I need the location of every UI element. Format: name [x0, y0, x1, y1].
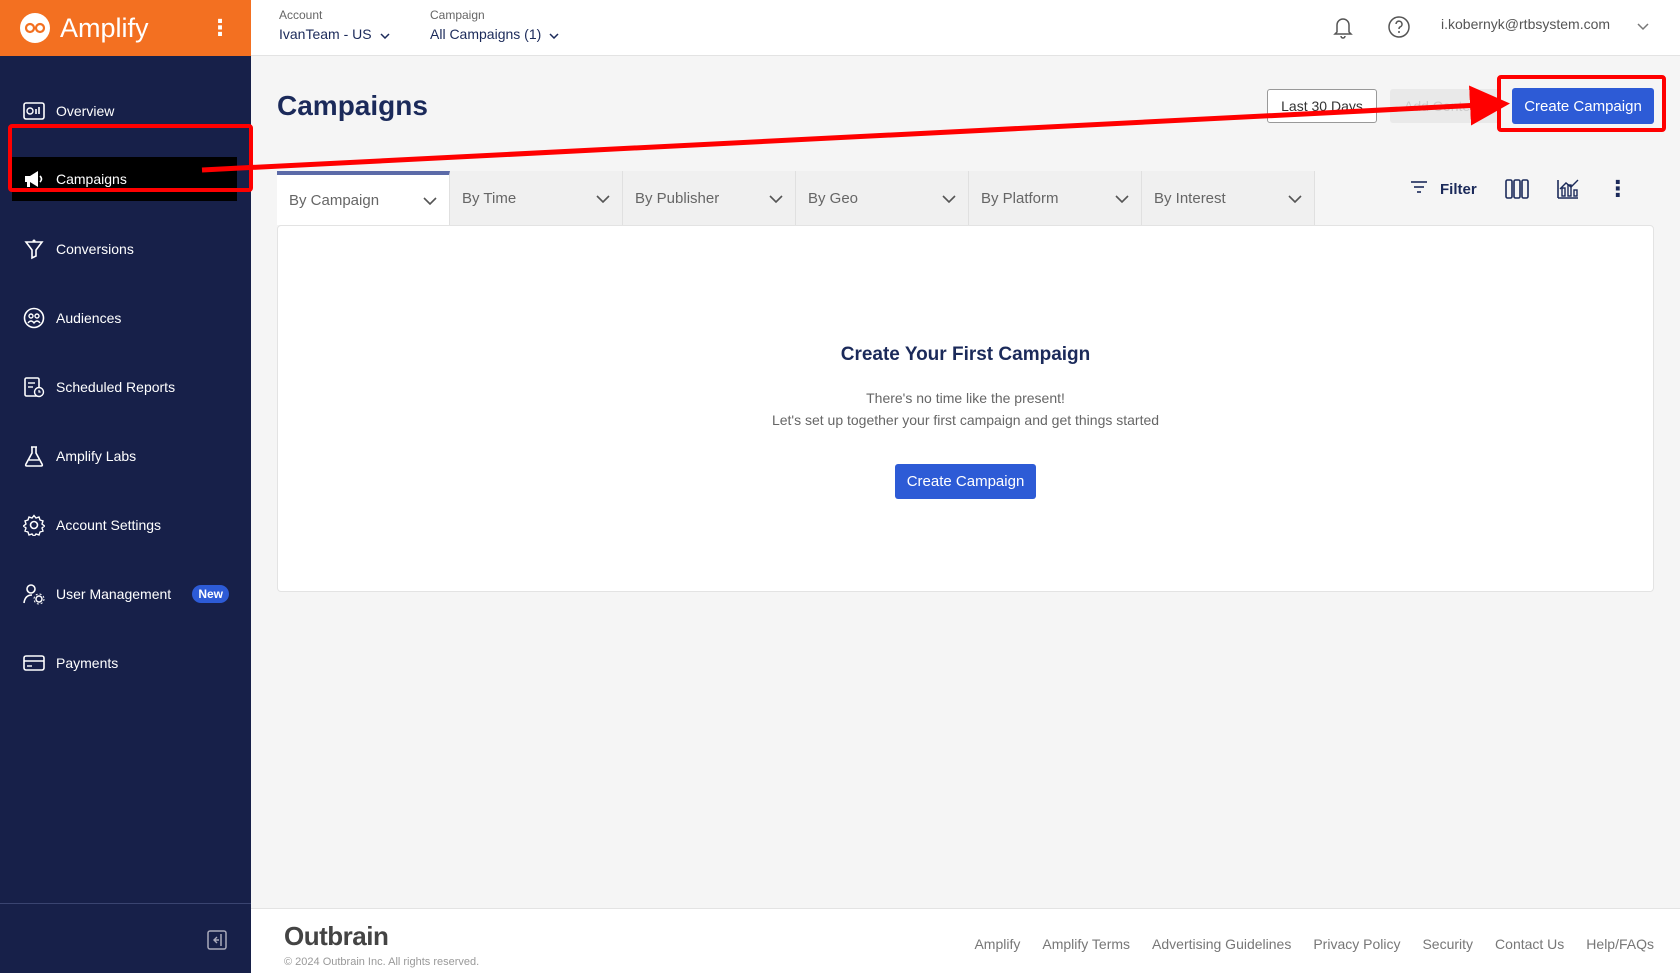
- brand-name: Amplify: [60, 12, 149, 43]
- user-email[interactable]: i.kobernyk@rtbsystem.com: [1441, 16, 1610, 32]
- filter-button[interactable]: Filter: [1410, 180, 1477, 198]
- create-first-campaign-button[interactable]: Create Campaign: [895, 464, 1036, 499]
- sidebar-item-payments[interactable]: Payments: [0, 628, 251, 697]
- tab-label: By Publisher: [635, 189, 720, 207]
- footer-link-contact-us[interactable]: Contact Us: [1495, 936, 1564, 952]
- outbrain-logo: Outbrain: [284, 921, 389, 951]
- page-title: Campaigns: [277, 90, 428, 121]
- sidebar-item-conversions[interactable]: Conversions: [0, 214, 251, 283]
- tab-by-publisher[interactable]: By Publisher: [623, 171, 796, 225]
- help-icon[interactable]: [1387, 15, 1411, 39]
- bell-icon[interactable]: [1331, 15, 1355, 39]
- tab-by-campaign[interactable]: By Campaign: [277, 171, 450, 225]
- account-label: Account: [279, 8, 323, 22]
- top-bar: Account IvanTeam - US Campaign All Campa…: [251, 0, 1680, 56]
- campaign-value: All Campaigns (1): [430, 26, 542, 42]
- chevron-down-icon: [769, 190, 783, 207]
- gear-icon: [22, 513, 46, 537]
- tab-label: By Geo: [808, 189, 859, 207]
- audiences-icon: [22, 306, 46, 330]
- footer-link-help-faqs[interactable]: Help/FAQs: [1586, 936, 1654, 952]
- sidebar-item-label: Overview: [56, 102, 115, 119]
- chevron-down-icon[interactable]: [1637, 18, 1649, 36]
- user-gear-icon: [22, 582, 46, 606]
- chevron-down-icon: [1115, 190, 1129, 207]
- sidebar-item-label: Account Settings: [56, 516, 162, 533]
- footer-link-amplify-terms[interactable]: Amplify Terms: [1042, 936, 1130, 952]
- tab-label: By Platform: [981, 189, 1059, 207]
- empty-state-title: Create Your First Campaign: [840, 344, 1091, 365]
- sidebar-item-scheduled-reports[interactable]: Scheduled Reports: [0, 352, 251, 421]
- footer-link-amplify[interactable]: Amplify: [974, 936, 1020, 952]
- sidebar-item-user-management[interactable]: User Management New: [0, 559, 251, 628]
- copyright: © 2024 Outbrain Inc. All rights reserved…: [284, 956, 480, 968]
- sidebar-item-label: Audiences: [56, 309, 122, 326]
- empty-state-panel: Create Your First Campaign There's no ti…: [277, 225, 1654, 592]
- annotation-highlight-campaigns: [8, 124, 253, 192]
- table-tools: Filter ⋮: [1410, 176, 1657, 202]
- tab-by-time[interactable]: By Time: [450, 171, 623, 225]
- chevron-down-icon: [380, 26, 390, 42]
- breakdown-tabs: By Campaign By Time By Publisher By Geo …: [277, 171, 1315, 225]
- chevron-down-icon: [1288, 190, 1302, 207]
- new-badge: New: [192, 584, 229, 603]
- date-range-button[interactable]: Last 30 Days: [1267, 89, 1377, 123]
- campaign-value-row: All Campaigns (1): [430, 26, 559, 42]
- collapse-sidebar-icon[interactable]: [207, 930, 227, 950]
- scheduled-reports-icon: [22, 375, 46, 399]
- account-selector[interactable]: Account IvanTeam - US: [279, 8, 390, 42]
- footer-links: Amplify Amplify Terms Advertising Guidel…: [952, 936, 1654, 952]
- chevron-down-icon: [596, 190, 610, 207]
- tab-label: By Campaign: [289, 191, 380, 209]
- amplify-logo-icon: [20, 13, 50, 43]
- sidebar-item-label: User Management: [56, 585, 172, 602]
- sidebar-item-label: Amplify Labs: [56, 447, 137, 464]
- filter-label: Filter: [1440, 180, 1477, 198]
- chevron-down-icon: [942, 190, 956, 207]
- footer: Outbrain © 2024 Outbrain Inc. All rights…: [251, 908, 1680, 973]
- more-options-icon[interactable]: ⋮: [1607, 176, 1629, 202]
- sidebar-footer: [0, 903, 251, 973]
- chevron-down-icon: [423, 192, 437, 209]
- tab-label: By Time: [462, 189, 517, 207]
- sidebar-item-audiences[interactable]: Audiences: [0, 283, 251, 352]
- sidebar-item-amplify-labs[interactable]: Amplify Labs: [0, 421, 251, 490]
- tab-label: By Interest: [1154, 189, 1226, 207]
- credit-card-icon: [22, 651, 46, 675]
- annotation-highlight-create-button: [1497, 75, 1666, 132]
- chevron-down-icon: [549, 26, 559, 42]
- account-value-row: IvanTeam - US: [279, 26, 390, 42]
- tab-by-platform[interactable]: By Platform: [969, 171, 1142, 225]
- campaign-label: Campaign: [430, 8, 485, 22]
- brand-header: Amplify ⋮: [0, 0, 251, 56]
- sidebar-item-label: Conversions: [56, 240, 134, 257]
- sidebar-item-label: Payments: [56, 654, 119, 671]
- filter-icon: [1410, 180, 1428, 198]
- overview-icon: [22, 99, 46, 123]
- conversions-icon: [22, 237, 46, 261]
- add-content-button[interactable]: Add Content: [1390, 89, 1500, 123]
- sidebar-item-account-settings[interactable]: Account Settings: [0, 490, 251, 559]
- footer-link-advertising-guidelines[interactable]: Advertising Guidelines: [1152, 936, 1291, 952]
- tab-by-interest[interactable]: By Interest: [1142, 171, 1315, 225]
- flask-icon: [22, 444, 46, 468]
- empty-state-line-1: There's no time like the present!: [866, 390, 1065, 406]
- chart-icon[interactable]: [1556, 179, 1579, 199]
- account-value: IvanTeam - US: [279, 26, 372, 42]
- sidebar-item-label: Scheduled Reports: [56, 378, 176, 395]
- footer-link-privacy-policy[interactable]: Privacy Policy: [1313, 936, 1400, 952]
- tab-by-geo[interactable]: By Geo: [796, 171, 969, 225]
- campaign-selector[interactable]: Campaign All Campaigns (1): [430, 8, 559, 42]
- footer-link-security[interactable]: Security: [1422, 936, 1473, 952]
- empty-state-line-2: Let's set up together your first campaig…: [771, 412, 1160, 428]
- columns-icon[interactable]: [1504, 179, 1529, 199]
- brand-menu-icon[interactable]: ⋮: [209, 17, 231, 39]
